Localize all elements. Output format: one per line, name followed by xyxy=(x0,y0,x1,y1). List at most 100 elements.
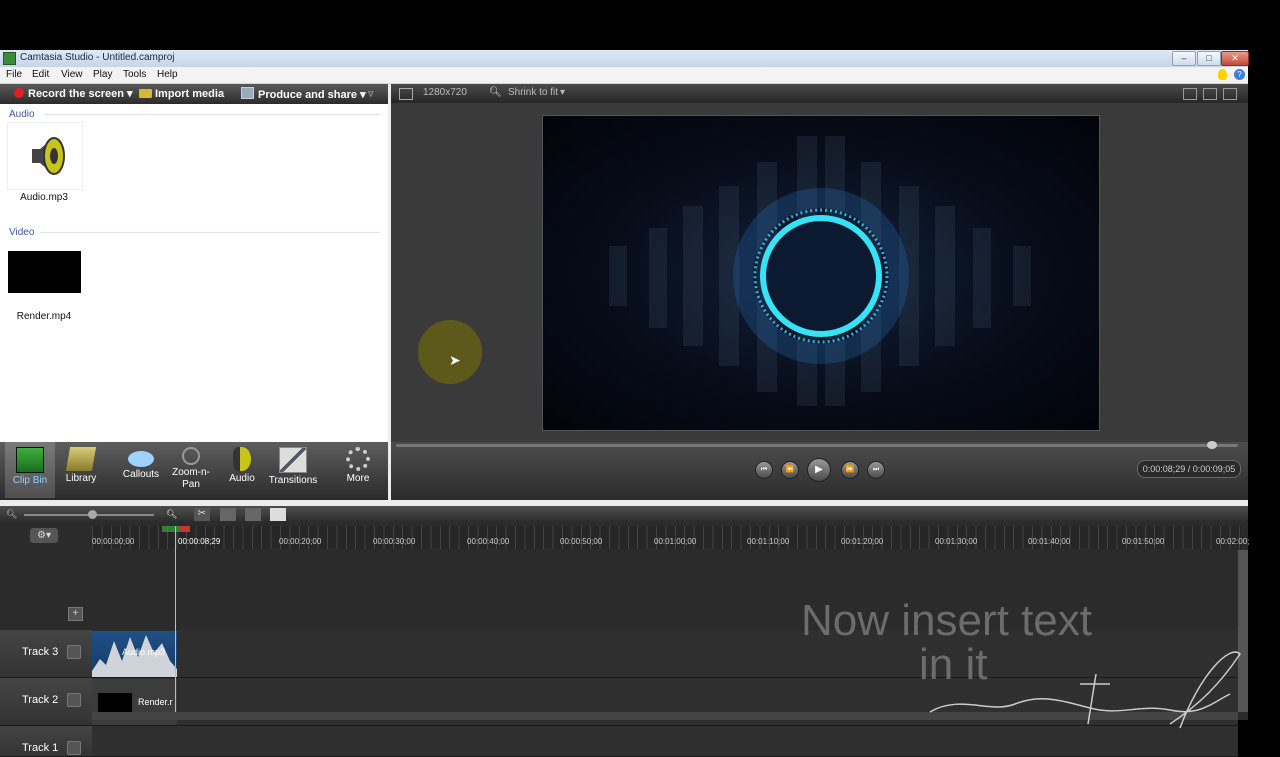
close-button[interactable]: ✕ xyxy=(1221,51,1249,66)
menu-view[interactable]: View xyxy=(61,69,83,80)
timeline-toolbar: 🔍︎ 🔍︎ ✂ xyxy=(0,506,1248,523)
copy-icon[interactable] xyxy=(245,508,261,521)
ruler-tick: 00:01:00;00 xyxy=(654,537,697,546)
menu-play[interactable]: Play xyxy=(93,69,112,80)
selection-marker-end[interactable] xyxy=(180,526,190,532)
audio-clip-label: Audio.mp3 xyxy=(122,647,166,657)
help-icon[interactable]: ? xyxy=(1234,69,1245,80)
tab-label: Callouts xyxy=(122,469,160,480)
timeline-ruler[interactable]: 00:00:00;00 00:00:08;29 00:00:20;00 00:0… xyxy=(92,526,1249,549)
playhead[interactable] xyxy=(175,526,176,720)
rewind-button[interactable]: ⏪ xyxy=(781,461,799,479)
seek-handle[interactable] xyxy=(1207,441,1217,449)
play-button[interactable]: ▶ xyxy=(807,458,831,482)
ruler-tick: 00:01:10;00 xyxy=(747,537,790,546)
camtasia-window: Camtasia Studio - Untitled.camproj – □ ✕… xyxy=(0,50,1249,757)
detach-icon[interactable] xyxy=(1183,88,1197,100)
audio-clip-thumbnail[interactable] xyxy=(7,122,83,190)
tab-clip-bin[interactable]: Clip Bin xyxy=(5,442,55,498)
paste-icon[interactable] xyxy=(270,508,286,521)
toolbar-overflow-icon[interactable]: ▿ xyxy=(368,87,374,102)
tab-label: More xyxy=(346,473,370,484)
zoom-in-icon[interactable]: 🔍︎ xyxy=(166,509,177,520)
produce-icon xyxy=(241,87,254,99)
dimensions-icon[interactable] xyxy=(399,88,413,100)
ruler-tick: 00:01:20;00 xyxy=(841,537,884,546)
fast-forward-button[interactable]: ⏩ xyxy=(841,461,859,479)
zoom-slider-handle[interactable] xyxy=(88,510,97,519)
cut-icon[interactable]: ✂ xyxy=(194,508,210,521)
fullscreen-icon[interactable] xyxy=(1203,88,1217,100)
menu-edit[interactable]: Edit xyxy=(32,69,49,80)
transitions-icon xyxy=(279,447,307,473)
folder-icon xyxy=(139,89,152,98)
maximize-button[interactable]: □ xyxy=(1197,51,1221,66)
menu-file[interactable]: File xyxy=(6,69,22,80)
preview-toolbar: 1280x720 🔍︎ Shrink to fit ▾ xyxy=(391,84,1248,103)
dimensions-dropdown[interactable]: 1280x720 xyxy=(423,87,467,98)
split-icon[interactable] xyxy=(220,508,236,521)
menu-tools[interactable]: Tools xyxy=(123,69,146,80)
skip-start-button[interactable]: ⏮ xyxy=(755,461,773,479)
tab-label: Clip Bin xyxy=(12,475,48,486)
tip-bulb-icon[interactable] xyxy=(1218,69,1227,80)
ruler-tick: 00:02:00; xyxy=(1216,537,1250,546)
seek-bar[interactable] xyxy=(396,444,1238,447)
tab-library[interactable]: Library xyxy=(58,442,104,498)
produce-label: Produce and share xyxy=(258,89,358,101)
video-clip-label: Render.r xyxy=(138,697,173,707)
signature-watermark xyxy=(929,651,1241,729)
ruler-tick: 00:01:50;00 xyxy=(1122,537,1165,546)
ruler-tick: 00:00:40;00 xyxy=(467,537,510,546)
section-divider xyxy=(45,114,380,115)
add-track-button[interactable]: + xyxy=(68,607,83,621)
import-label: Import media xyxy=(155,88,225,100)
zoom-out-icon[interactable]: 🔍︎ xyxy=(6,509,17,520)
record-screen-button[interactable]: Record the screen ▾ xyxy=(14,87,133,102)
minimize-button[interactable]: – xyxy=(1172,51,1196,66)
menu-bar: File Edit View Play Tools Help ? xyxy=(0,67,1248,84)
audio-clip[interactable]: Audio.mp3 xyxy=(92,631,177,677)
restore-icon[interactable] xyxy=(1223,88,1237,100)
produce-share-button[interactable]: Produce and share ▾ xyxy=(241,87,366,102)
ruler-tick: 00:01:30;00 xyxy=(935,537,978,546)
ruler-tick: 00:00:00;00 xyxy=(92,537,135,546)
track-lock-icon[interactable] xyxy=(67,693,81,707)
video-clip-thumbnail xyxy=(98,693,132,713)
skip-end-button[interactable]: ⏭ xyxy=(867,461,885,479)
video-clip-name[interactable]: Render.mp4 xyxy=(0,311,88,322)
chevron-down-icon[interactable]: ▾ xyxy=(560,87,565,98)
timeline-settings-gear-icon[interactable]: ⚙▾ xyxy=(30,528,58,543)
tab-more[interactable]: More xyxy=(332,442,384,498)
zoom-search-icon: 🔍︎ xyxy=(489,87,502,98)
tab-zoom-n-pan[interactable]: Zoom-n-Pan xyxy=(168,442,214,498)
track-lock-icon[interactable] xyxy=(67,645,81,659)
track-lock-icon[interactable] xyxy=(67,741,81,755)
track-1-header: Track 1 xyxy=(0,726,92,756)
track-3-label[interactable]: Track 3 xyxy=(22,646,58,658)
track-2-label[interactable]: Track 2 xyxy=(22,694,58,706)
ruler-tick: 00:01:40;00 xyxy=(1028,537,1071,546)
title-bar: Camtasia Studio - Untitled.camproj – □ ✕ xyxy=(0,50,1249,68)
more-icon xyxy=(346,447,370,471)
track-1-label[interactable]: Track 1 xyxy=(22,742,58,754)
video-canvas[interactable] xyxy=(542,115,1100,431)
audio-section-header: Audio xyxy=(9,109,35,120)
import-media-button[interactable]: Import media xyxy=(139,87,224,102)
menu-help[interactable]: Help xyxy=(157,69,178,80)
record-label: Record the screen xyxy=(28,88,124,100)
video-clip-thumbnail[interactable] xyxy=(8,251,81,293)
playhead-time-label: 00:00:08;29 xyxy=(178,537,221,546)
audio-clip-name[interactable]: Audio.mp3 xyxy=(0,192,88,203)
preview-panel: 1280x720 🔍︎ Shrink to fit ▾ ➤ ⏮ ⏪ ▶ ⏩ ⏭ … xyxy=(391,84,1248,500)
clip-bin-panel: Audio Audio.mp3 Video Render.mp4 xyxy=(0,104,388,444)
tab-callouts[interactable]: Callouts xyxy=(116,442,166,498)
speaker-icon xyxy=(32,137,65,175)
tab-transitions[interactable]: Transitions xyxy=(266,442,320,498)
film-icon xyxy=(16,447,44,473)
zoom-dropdown[interactable]: Shrink to fit xyxy=(508,87,558,98)
speaker-icon xyxy=(233,447,251,471)
window-title: Camtasia Studio - Untitled.camproj xyxy=(20,52,175,63)
video-section-header: Video xyxy=(9,227,35,238)
tab-audio[interactable]: Audio xyxy=(222,442,262,498)
